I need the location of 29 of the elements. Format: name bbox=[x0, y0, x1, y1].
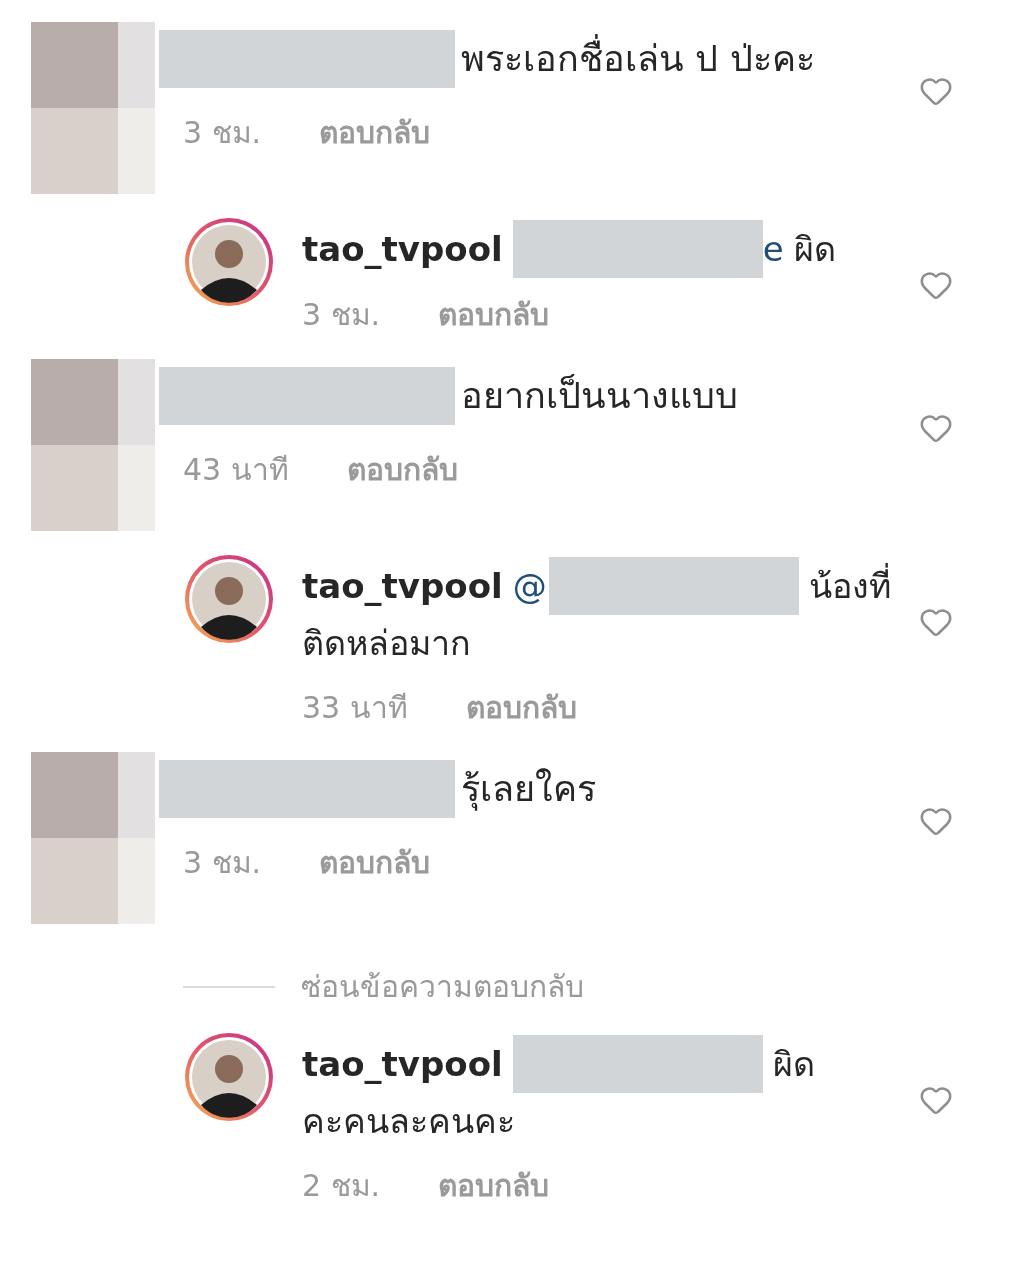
username[interactable]: tao_tvpool bbox=[302, 558, 503, 614]
mention-text[interactable]: e bbox=[762, 221, 784, 277]
comment-text: ติดหล่อมาก bbox=[302, 622, 471, 665]
reply-link[interactable]: ตอบกลับ bbox=[438, 1163, 550, 1208]
mention-text[interactable]: @ bbox=[512, 558, 547, 614]
comment-text: อยากเป็นนางแบบ bbox=[461, 373, 738, 418]
comment-text: ผิด bbox=[793, 228, 836, 271]
reply-link[interactable]: ตอบกลับ bbox=[465, 685, 577, 730]
avatar[interactable] bbox=[183, 1031, 275, 1123]
avatar[interactable] bbox=[183, 216, 275, 308]
comment-text: รุ้เลยใคร bbox=[461, 767, 596, 813]
reply-link[interactable]: ตอบกลับ bbox=[438, 292, 550, 337]
comment-time: 33 นาที bbox=[302, 689, 408, 727]
hide-replies-link[interactable]: ซ่อนข้อความตอบกลับ bbox=[301, 964, 584, 1009]
comment-text: ผิด bbox=[772, 1043, 815, 1086]
reply-link[interactable]: ตอบกลับ bbox=[319, 110, 431, 155]
comment-text: พระเอกชื่อเล่น ป ป่ะคะ bbox=[461, 32, 815, 86]
reply-link[interactable]: ตอบกลับ bbox=[319, 840, 431, 885]
comment-text: คะคนละคนคะ bbox=[302, 1100, 515, 1143]
comment-text: น้องที่ bbox=[808, 558, 891, 614]
comment-time: 3 ชม. bbox=[302, 296, 381, 334]
username[interactable]: tao_tvpool bbox=[302, 1036, 503, 1092]
comment-time: 3 ชม. bbox=[183, 114, 262, 152]
avatar[interactable] bbox=[183, 553, 275, 645]
comment-time: 3 ชม. bbox=[183, 844, 262, 882]
reply-link[interactable]: ตอบกลับ bbox=[346, 447, 458, 492]
username[interactable]: tao_tvpool bbox=[302, 221, 503, 277]
comment-time: 43 นาที bbox=[183, 451, 289, 489]
comment-time: 2 ชม. bbox=[302, 1167, 381, 1205]
